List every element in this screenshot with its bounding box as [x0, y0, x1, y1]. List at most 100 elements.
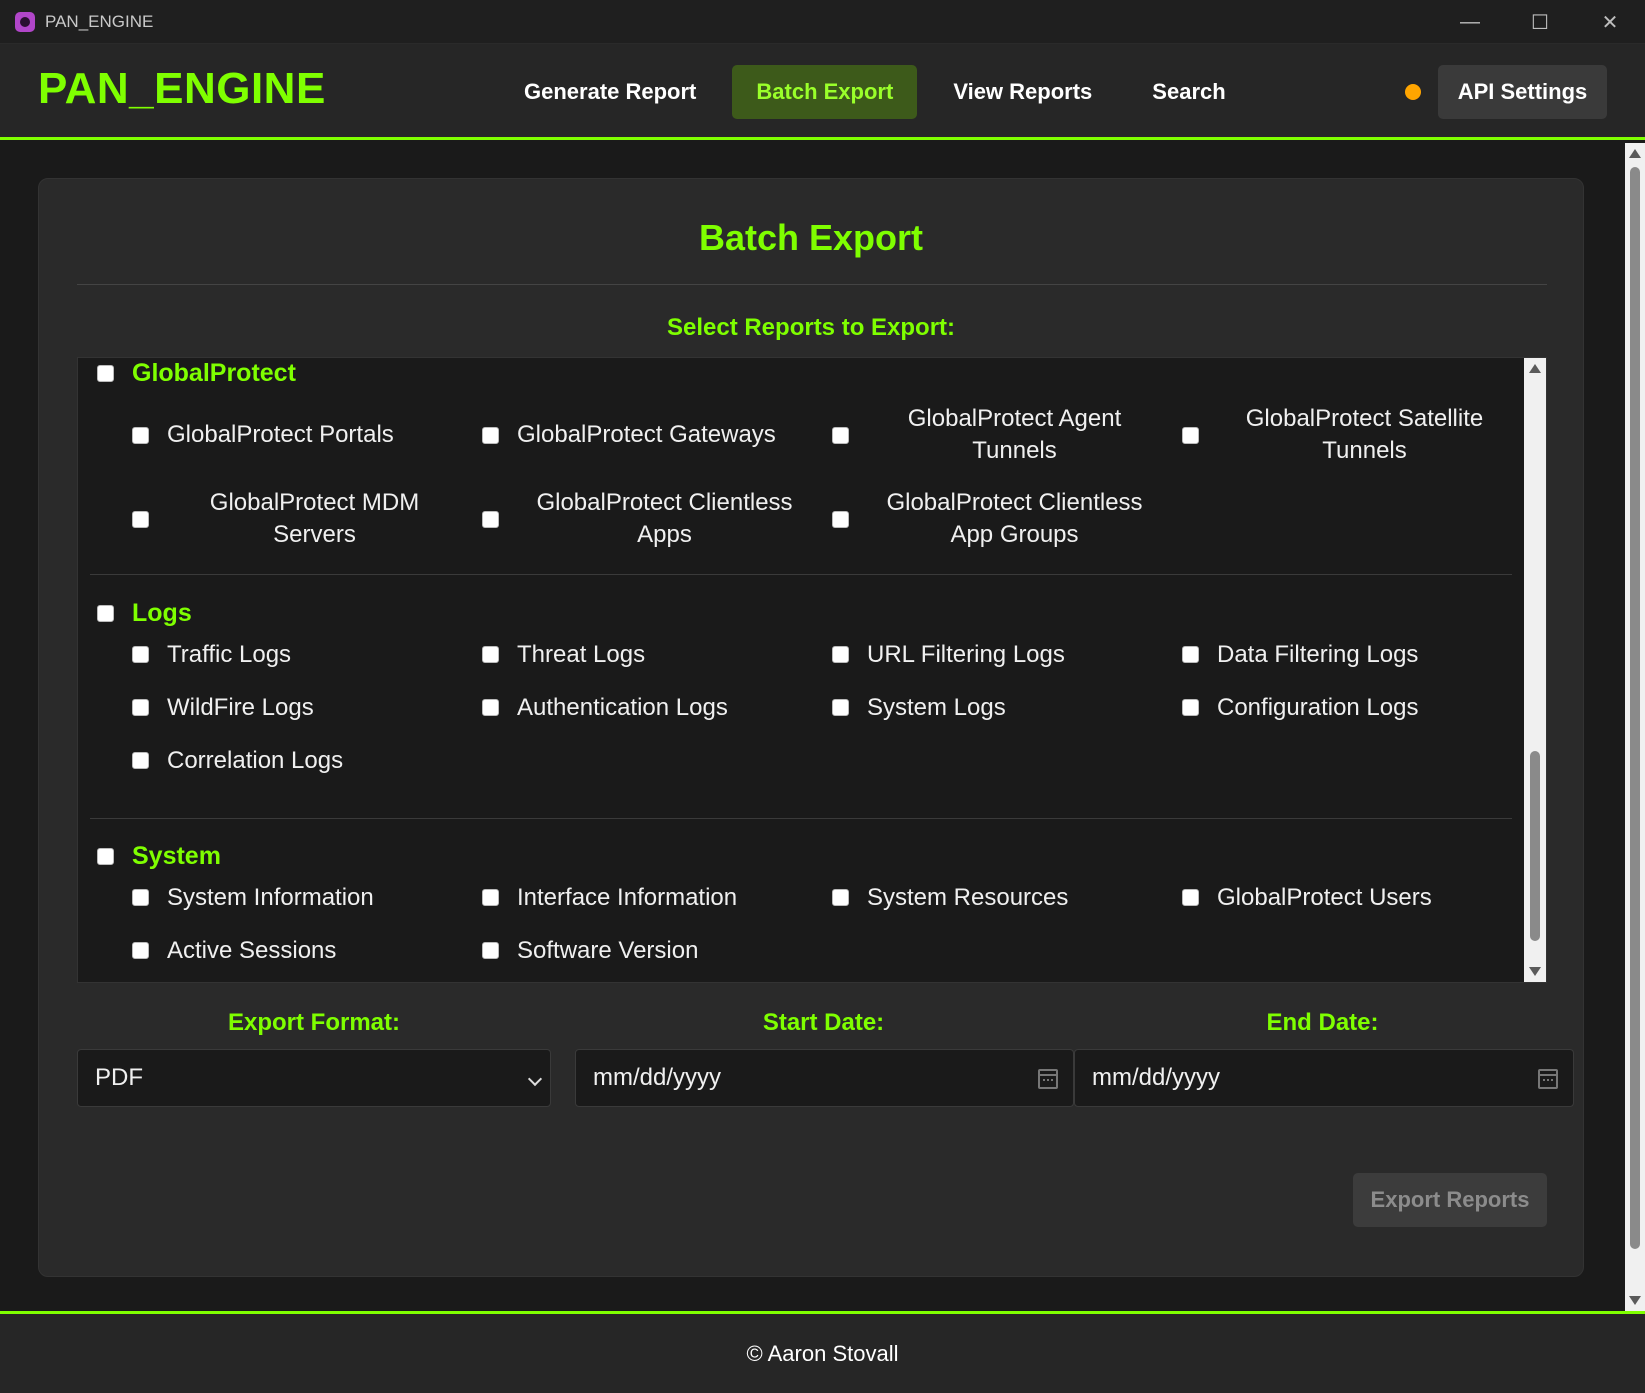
- report-checkbox[interactable]: [482, 942, 499, 959]
- report-option[interactable]: GlobalProtect Agent Tunnels: [832, 400, 1182, 470]
- report-checkbox[interactable]: [482, 510, 499, 528]
- report-checkbox[interactable]: [482, 646, 499, 663]
- report-checkbox[interactable]: [1182, 426, 1199, 444]
- export-format-label: Export Format:: [227, 1009, 400, 1036]
- report-option[interactable]: Traffic Logs: [132, 638, 482, 671]
- start-date-input[interactable]: mm/dd/yyyy: [575, 1049, 1074, 1107]
- report-option[interactable]: GlobalProtect Clientless App Groups: [832, 484, 1182, 554]
- report-option[interactable]: Software Version: [482, 934, 832, 967]
- report-group-system: System System Information Interface Info…: [90, 841, 1512, 967]
- report-checkbox[interactable]: [132, 699, 149, 716]
- report-checkbox[interactable]: [132, 942, 149, 959]
- report-checkbox[interactable]: [132, 889, 149, 906]
- calendar-icon[interactable]: [1038, 1069, 1058, 1089]
- app-header: PAN_ENGINE Generate Report Batch Export …: [0, 44, 1645, 140]
- nav-batch-export[interactable]: Batch Export: [732, 65, 918, 119]
- report-option[interactable]: Threat Logs: [482, 638, 832, 671]
- chevron-down-icon: [527, 1071, 543, 1087]
- report-label: GlobalProtect Agent Tunnels: [907, 405, 1122, 464]
- report-checkbox[interactable]: [132, 752, 149, 769]
- report-label: Correlation Logs: [167, 746, 344, 774]
- report-option[interactable]: URL Filtering Logs: [832, 638, 1182, 671]
- report-checkbox[interactable]: [132, 426, 149, 444]
- report-label: Authentication Logs: [517, 693, 728, 721]
- report-checkbox[interactable]: [482, 889, 499, 906]
- report-option[interactable]: Authentication Logs: [482, 691, 832, 724]
- nav-search[interactable]: Search: [1128, 65, 1249, 119]
- group-checkbox-logs[interactable]: [97, 604, 114, 622]
- copyright-text: © Aaron Stovall: [746, 1340, 899, 1366]
- page-scrollbar[interactable]: [1625, 143, 1645, 1311]
- report-checkbox[interactable]: [832, 889, 849, 906]
- group-divider: [90, 574, 1512, 575]
- report-checkbox[interactable]: [1182, 699, 1199, 716]
- group-checkbox-globalprotect[interactable]: [97, 364, 114, 382]
- report-label: Threat Logs: [517, 640, 646, 668]
- report-option[interactable]: Data Filtering Logs: [1182, 638, 1532, 671]
- report-checkbox[interactable]: [832, 510, 849, 528]
- window-controls: — ☐ ✕: [1435, 0, 1645, 44]
- nav-view-reports[interactable]: View Reports: [929, 65, 1116, 119]
- report-checkbox[interactable]: [1182, 646, 1199, 663]
- report-label: URL Filtering Logs: [867, 640, 1065, 668]
- scrollbar-thumb[interactable]: [1530, 751, 1540, 941]
- end-date-input[interactable]: mm/dd/yyyy: [1074, 1049, 1574, 1107]
- report-option[interactable]: WildFire Logs: [132, 691, 482, 724]
- scroll-down-arrow-icon[interactable]: [1529, 967, 1541, 976]
- report-label: System Information: [167, 883, 374, 911]
- group-label-globalprotect: GlobalProtect: [132, 358, 296, 387]
- report-checkbox[interactable]: [1182, 889, 1199, 906]
- report-option[interactable]: System Information: [132, 881, 482, 914]
- report-checkbox[interactable]: [832, 699, 849, 716]
- report-label: GlobalProtect MDM Servers: [209, 489, 420, 548]
- main-nav: Generate Report Batch Export View Report…: [500, 65, 1262, 119]
- window-titlebar: PAN_ENGINE — ☐ ✕: [0, 0, 1645, 44]
- report-option[interactable]: Configuration Logs: [1182, 691, 1532, 724]
- report-checkbox[interactable]: [832, 426, 849, 444]
- report-option[interactable]: Correlation Logs: [132, 744, 482, 777]
- report-option[interactable]: Active Sessions: [132, 934, 482, 967]
- report-option[interactable]: GlobalProtect Clientless Apps: [482, 484, 832, 554]
- scroll-down-arrow-icon[interactable]: [1629, 1296, 1641, 1305]
- report-checkbox[interactable]: [832, 646, 849, 663]
- report-checkbox[interactable]: [482, 426, 499, 444]
- report-label: Interface Information: [517, 883, 738, 911]
- report-option[interactable]: System Logs: [832, 691, 1182, 724]
- window-title: PAN_ENGINE: [45, 11, 154, 31]
- report-label: GlobalProtect Portals: [167, 421, 394, 448]
- report-option[interactable]: Interface Information: [482, 881, 832, 914]
- select-reports-label: Select Reports to Export:: [666, 314, 956, 341]
- minimize-icon[interactable]: —: [1435, 0, 1505, 44]
- export-reports-button[interactable]: Export Reports: [1353, 1173, 1547, 1227]
- report-group-logs: Logs Traffic Logs Threat Logs URL Filter…: [90, 598, 1512, 777]
- scroll-up-arrow-icon[interactable]: [1629, 149, 1641, 158]
- group-checkbox-system[interactable]: [97, 847, 114, 865]
- report-label: Active Sessions: [167, 936, 337, 964]
- export-format-value: PDF: [95, 1064, 143, 1091]
- report-label: GlobalProtect Satellite Tunnels: [1245, 405, 1484, 464]
- export-format-select[interactable]: PDF: [77, 1049, 551, 1107]
- report-option[interactable]: GlobalProtect Users: [1182, 881, 1532, 914]
- maximize-icon[interactable]: ☐: [1505, 0, 1575, 44]
- report-option[interactable]: System Resources: [832, 881, 1182, 914]
- close-icon[interactable]: ✕: [1575, 0, 1645, 44]
- report-option[interactable]: GlobalProtect Satellite Tunnels: [1182, 400, 1532, 470]
- calendar-icon[interactable]: [1538, 1069, 1558, 1089]
- report-checkbox[interactable]: [132, 510, 149, 528]
- report-label: Software Version: [517, 936, 699, 964]
- report-selection-list[interactable]: GlobalProtect GlobalProtect Portals Glob…: [77, 357, 1547, 983]
- report-option[interactable]: GlobalProtect Gateways: [482, 400, 832, 470]
- scroll-up-arrow-icon[interactable]: [1529, 364, 1541, 373]
- brand-logo[interactable]: PAN_ENGINE: [38, 64, 326, 114]
- report-list-scrollbar[interactable]: [1524, 358, 1546, 982]
- nav-generate-report[interactable]: Generate Report: [500, 65, 720, 119]
- group-label-system: System: [132, 841, 221, 870]
- scrollbar-thumb[interactable]: [1630, 167, 1640, 1249]
- report-checkbox[interactable]: [132, 646, 149, 663]
- api-settings-button[interactable]: API Settings: [1438, 65, 1607, 119]
- report-option[interactable]: GlobalProtect MDM Servers: [132, 484, 482, 554]
- end-date-placeholder: mm/dd/yyyy: [1092, 1064, 1221, 1091]
- report-option[interactable]: GlobalProtect Portals: [132, 400, 482, 470]
- report-label: GlobalProtect Users: [1217, 883, 1432, 911]
- report-checkbox[interactable]: [482, 699, 499, 716]
